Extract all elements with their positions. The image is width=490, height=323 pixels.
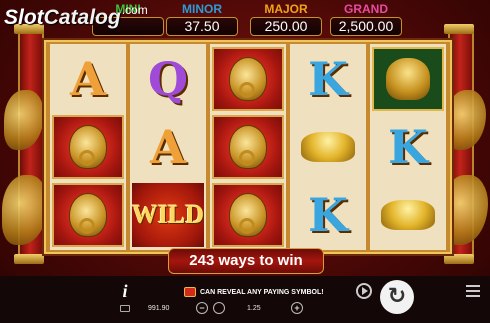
coins-icon[interactable] [213, 302, 225, 314]
symbol-gold-ingot [372, 183, 444, 247]
jackpot-3: GRAND 2,500.00 [330, 2, 402, 36]
symbol-q: Q [132, 47, 204, 111]
reel-4: KK [290, 44, 366, 250]
symbol-letter: K [388, 120, 428, 174]
reels-frame: A Q A WILD K K K [44, 40, 452, 254]
symbol-letter: K [308, 188, 348, 242]
symbol-letter: Q [147, 52, 189, 106]
symbol-letter: K [308, 52, 348, 106]
logo-catalog: Catalog [43, 6, 121, 29]
reel-2: Q A WILD [130, 44, 206, 250]
bet-plus-button[interactable]: + [291, 302, 303, 314]
balance-value: 991.90 [148, 305, 170, 312]
reel-3 [210, 44, 286, 250]
symbol-a: A [132, 115, 204, 179]
message-text: CAN REVEAL ANY PAYING SYMBOL! [200, 288, 324, 296]
jackpot-2: MAJOR 250.00 [250, 2, 322, 36]
bottom-bar [0, 276, 490, 323]
symbol-buddha [372, 47, 444, 111]
symbol-letter: A [150, 120, 186, 174]
ways-banner: 243 ways to win [168, 248, 324, 274]
message-symbol-icon [184, 287, 196, 297]
jackpot-label: GRAND [344, 2, 388, 16]
jackpot-value: 250.00 [250, 17, 322, 36]
lion-knocker-icon [229, 57, 267, 101]
reel-5: K [370, 44, 446, 250]
autoplay-icon[interactable] [356, 283, 372, 299]
symbol-lion-knocker [212, 183, 284, 247]
menu-icon[interactable] [466, 285, 480, 297]
info-button[interactable]: i [116, 282, 134, 300]
jackpot-value: 37.50 [166, 17, 238, 36]
symbol-k: K [372, 115, 444, 179]
wallet-icon [120, 305, 130, 312]
gold-ingot-icon [381, 200, 435, 230]
symbol-a: A [52, 47, 124, 111]
bet-minus-button[interactable]: − [196, 302, 208, 314]
gold-ingot-icon [301, 132, 355, 162]
jackpot-label: MAJOR [264, 2, 308, 16]
lion-knocker-icon [229, 193, 267, 237]
symbol-gold-ingot [292, 115, 364, 179]
wild-text: WILD [131, 200, 205, 229]
message-banner: CAN REVEAL ANY PAYING SYMBOL! [184, 285, 324, 299]
spin-icon: ↻ [387, 284, 407, 309]
symbol-lion-knocker [52, 183, 124, 247]
symbol-lion-knocker [212, 115, 284, 179]
jackpot-label: MINOR [182, 2, 222, 16]
lion-knocker-icon [69, 193, 107, 237]
reel-1: A [50, 44, 126, 250]
buddha-icon [386, 58, 430, 100]
jackpot-value: 2,500.00 [330, 17, 402, 36]
logo-slot: Slot [4, 6, 44, 29]
logo-com: .com [121, 3, 148, 17]
symbol-wild: WILD [132, 183, 204, 247]
bet-value: 1.25 [247, 305, 261, 312]
watermark-logo: Slot Catalog .com [4, 3, 148, 32]
symbol-lion-knocker [52, 115, 124, 179]
spin-button[interactable]: ↻ [380, 280, 414, 314]
symbol-lion-knocker [212, 47, 284, 111]
symbol-letter: A [70, 52, 106, 106]
lion-knocker-icon [229, 125, 267, 169]
jackpot-1: MINOR 37.50 [166, 2, 238, 36]
symbol-k: K [292, 47, 364, 111]
lion-knocker-icon [69, 125, 107, 169]
symbol-k: K [292, 183, 364, 247]
